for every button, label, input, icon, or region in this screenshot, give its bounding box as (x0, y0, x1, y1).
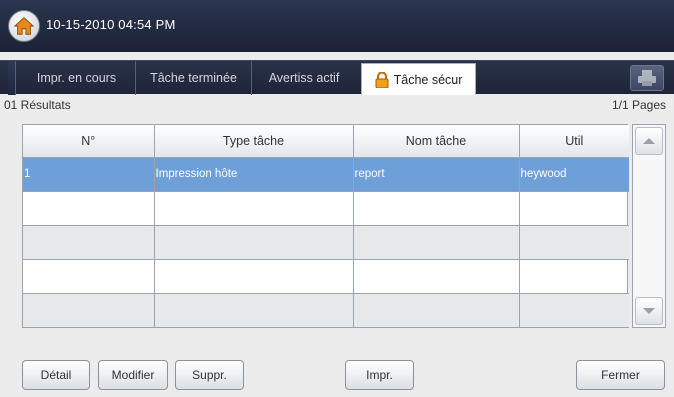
table-cell: 1 (23, 157, 155, 192)
column-header-type[interactable]: Type tâche (154, 125, 354, 158)
home-button[interactable] (8, 10, 40, 42)
table-row[interactable]: 1 Impression hôte report heywood (23, 157, 629, 192)
table-cell (519, 225, 629, 260)
table-cell (353, 191, 520, 226)
table-cell (519, 259, 629, 294)
close-button[interactable]: Fermer (576, 360, 665, 390)
table-cell (519, 191, 629, 226)
table-row[interactable] (23, 225, 629, 260)
page-indicator: 1/1 Pages (611, 98, 666, 112)
table-row[interactable] (23, 191, 629, 226)
jobs-table: N° Type tâche Nom tâche Util 1 Impressio… (22, 124, 629, 328)
table-cell: heywood (519, 157, 629, 192)
table-header-row: N° Type tâche Nom tâche Util (23, 125, 629, 158)
tab-impr-en-cours[interactable]: Impr. en cours (18, 61, 135, 95)
tab-tache-terminee[interactable]: Tâche terminée (135, 61, 251, 95)
tab-bar: Impr. en cours Tâche terminée Avertiss a… (0, 60, 674, 95)
tab-label: Tâche terminée (150, 71, 237, 85)
table-cell (353, 259, 520, 294)
table-row[interactable] (23, 259, 629, 294)
top-bar: 10-15-2010 04:54 PM (0, 0, 674, 52)
arrow-down-icon (643, 308, 655, 314)
datetime: 10-15-2010 04:54 PM (46, 17, 176, 32)
tab-tache-secur[interactable]: Tâche sécur (361, 63, 476, 95)
table-cell (154, 259, 354, 294)
table-cell: report (353, 157, 520, 192)
table-cell (23, 293, 155, 328)
results-count: 01 Résultats (4, 98, 71, 112)
detail-button[interactable]: Détail (22, 360, 90, 390)
column-header-name[interactable]: Nom tâche (353, 125, 520, 158)
arrow-up-icon (643, 138, 655, 144)
table-cell (154, 293, 354, 328)
print-button[interactable]: Impr. (345, 360, 414, 390)
scroll-up-button[interactable] (635, 127, 663, 155)
table-cell (23, 191, 155, 226)
tab-label: Tâche sécur (393, 72, 463, 87)
table-cell (353, 293, 520, 328)
table-cell (154, 225, 354, 260)
column-header-user[interactable]: Util (519, 125, 629, 158)
table-cell: Impression hôte (154, 157, 354, 192)
table-cell (519, 293, 629, 328)
printer-icon (638, 70, 656, 86)
table-cell (23, 259, 155, 294)
table-cell (23, 225, 155, 260)
table-cell (154, 191, 354, 226)
table-row[interactable] (23, 293, 629, 328)
tab-label: Avertiss actif (268, 71, 340, 85)
scroll-down-button[interactable] (635, 297, 663, 325)
table-cell (353, 225, 520, 260)
printer-button[interactable] (630, 65, 664, 91)
lock-icon (375, 71, 389, 88)
column-header-number[interactable]: N° (23, 125, 155, 158)
delete-button[interactable]: Suppr. (175, 360, 244, 390)
home-icon (13, 17, 35, 35)
tab-label: Impr. en cours (36, 71, 117, 85)
vertical-scrollbar[interactable] (632, 124, 666, 328)
modify-button[interactable]: Modifier (98, 360, 168, 390)
tab-bar-edge (8, 61, 16, 95)
tab-avertiss-actif[interactable]: Avertiss actif (251, 61, 356, 95)
